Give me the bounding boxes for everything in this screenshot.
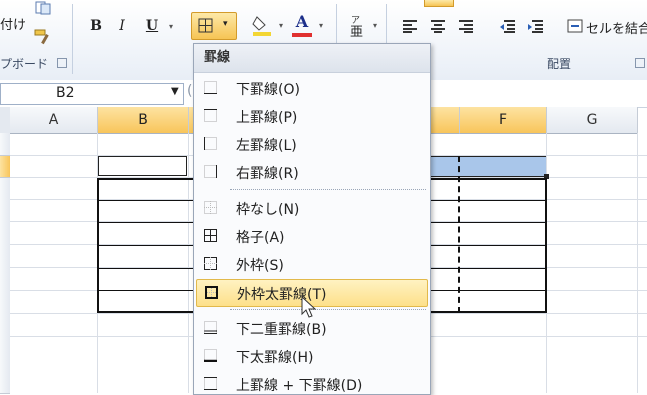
no-border-icon xyxy=(204,201,217,214)
menu-item-all-borders[interactable]: 格子(A) xyxy=(196,223,426,249)
name-box-value: B2 xyxy=(56,85,75,101)
bottom-double-border-icon xyxy=(204,321,217,334)
fill-color-icon[interactable] xyxy=(250,12,274,38)
outside-borders-icon xyxy=(204,257,217,270)
top-bottom-border-icon xyxy=(204,377,217,390)
menu-item-top-border[interactable]: 上罫線(P) xyxy=(196,103,426,129)
thick-bottom-border-icon xyxy=(204,349,217,363)
svg-text:亜: 亜 xyxy=(350,25,363,39)
font-color-button[interactable]: A xyxy=(292,10,312,32)
phonetic-dropdown-icon[interactable]: ▾ xyxy=(370,18,380,32)
decrease-indent-icon[interactable] xyxy=(497,16,517,36)
font-color-dropdown-icon[interactable]: ▾ xyxy=(316,18,326,32)
table-rule xyxy=(429,245,547,246)
bold-button[interactable]: B xyxy=(86,16,106,36)
row-header-selected[interactable] xyxy=(0,156,10,178)
dashed-column-rule xyxy=(458,156,460,313)
menu-item-label: 上罫線(P) xyxy=(236,110,298,126)
menu-item-no-border[interactable]: 枠なし(N) xyxy=(196,195,426,221)
menu-item-label: 右罫線(R) xyxy=(236,166,299,182)
alignment-group-label: 配置 xyxy=(547,57,572,71)
gridline xyxy=(637,133,638,393)
top-align-tab[interactable] xyxy=(424,0,454,7)
table-rule xyxy=(97,290,193,291)
menu-item-outside-borders[interactable]: 外枠(S) xyxy=(196,251,426,277)
column-header-g[interactable]: G xyxy=(547,107,638,134)
menu-separator xyxy=(230,189,426,190)
formula-bar-divider: ( xyxy=(187,83,193,99)
menu-item-top-bottom-border[interactable]: 上罫線 + 下罫線(D) xyxy=(196,371,426,394)
name-box[interactable]: B2 ▼ xyxy=(0,83,184,105)
table-rule xyxy=(429,200,547,201)
ribbon-separator xyxy=(72,4,73,74)
menu-item-label: 下罫線(O) xyxy=(236,82,300,98)
menu-item-thick-bottom-border[interactable]: 下太罫線(H) xyxy=(196,343,426,369)
underline-button[interactable]: U xyxy=(142,16,162,36)
menu-item-label: 格子(A) xyxy=(236,230,285,246)
menu-item-label: 上罫線 + 下罫線(D) xyxy=(236,378,363,394)
dialog-launcher-icon[interactable] xyxy=(57,58,67,68)
column-header-e[interactable] xyxy=(429,107,460,134)
table-rule xyxy=(97,222,193,223)
row-header[interactable] xyxy=(0,178,10,394)
table-rule xyxy=(97,200,193,201)
align-right-icon[interactable] xyxy=(456,16,476,36)
column-header-a[interactable]: A xyxy=(10,107,98,134)
underline-dropdown-icon[interactable]: ▾ xyxy=(166,19,176,33)
menu-item-label: 左罫線(L) xyxy=(236,138,297,154)
menu-item-left-border[interactable]: 左罫線(L) xyxy=(196,131,426,157)
borders-menu-title: 罫線 xyxy=(194,44,430,73)
font-color-bar xyxy=(292,33,312,37)
menu-item-label: 下太罫線(H) xyxy=(236,350,314,366)
align-center-icon[interactable] xyxy=(428,16,448,36)
border-left-icon xyxy=(204,137,217,150)
italic-button[interactable]: I xyxy=(112,16,132,36)
table-rule xyxy=(429,268,547,269)
thick-box-border-icon xyxy=(205,286,218,299)
alignment-dialog-launcher-icon[interactable] xyxy=(635,58,645,68)
borders-button[interactable]: ▾ xyxy=(191,12,237,40)
align-left-icon[interactable] xyxy=(400,16,420,36)
border-right-icon xyxy=(204,165,217,178)
row-header[interactable] xyxy=(0,133,10,156)
format-painter-icon[interactable] xyxy=(32,28,54,46)
menu-item-label: 外枠(S) xyxy=(236,258,284,274)
all-borders-icon xyxy=(204,229,217,242)
menu-item-label: 枠なし(N) xyxy=(236,202,300,218)
menu-item-right-border[interactable]: 右罫線(R) xyxy=(196,159,426,185)
border-top-icon xyxy=(204,109,217,122)
table-rule xyxy=(429,290,547,291)
menu-item-bottom-border[interactable]: 下罫線(O) xyxy=(196,75,426,101)
table-rule xyxy=(429,222,547,223)
active-cell-b2[interactable] xyxy=(98,156,187,176)
column-header-b[interactable]: B xyxy=(98,107,189,134)
mouse-cursor-icon xyxy=(301,295,317,323)
fill-color-dropdown-icon[interactable]: ▾ xyxy=(276,18,286,32)
borders-dropdown-icon: ▾ xyxy=(223,19,228,29)
paste-label[interactable]: 付け xyxy=(0,14,26,33)
selected-range[interactable] xyxy=(429,156,546,177)
clipboard-group-label: プボード xyxy=(0,57,49,71)
phonetic-guide-icon[interactable]: ア亜 xyxy=(346,12,368,40)
merge-cells-icon[interactable] xyxy=(566,16,584,36)
table-rule xyxy=(97,268,193,269)
increase-indent-icon[interactable] xyxy=(525,16,545,36)
copy-icon[interactable] xyxy=(32,0,54,16)
borders-dropdown-menu: 罫線 下罫線(O) 上罫線(P) 左罫線(L) 右罫線(R) 枠なし(N) 格子… xyxy=(193,43,431,395)
name-box-dropdown-icon[interactable]: ▼ xyxy=(171,86,179,97)
border-bottom-icon xyxy=(204,81,217,94)
column-header-f[interactable]: F xyxy=(460,107,547,134)
table-rule xyxy=(97,245,193,246)
menu-separator xyxy=(230,309,426,310)
merge-cells-button[interactable]: セルを結合 xyxy=(586,18,647,37)
borders-icon xyxy=(198,18,214,37)
